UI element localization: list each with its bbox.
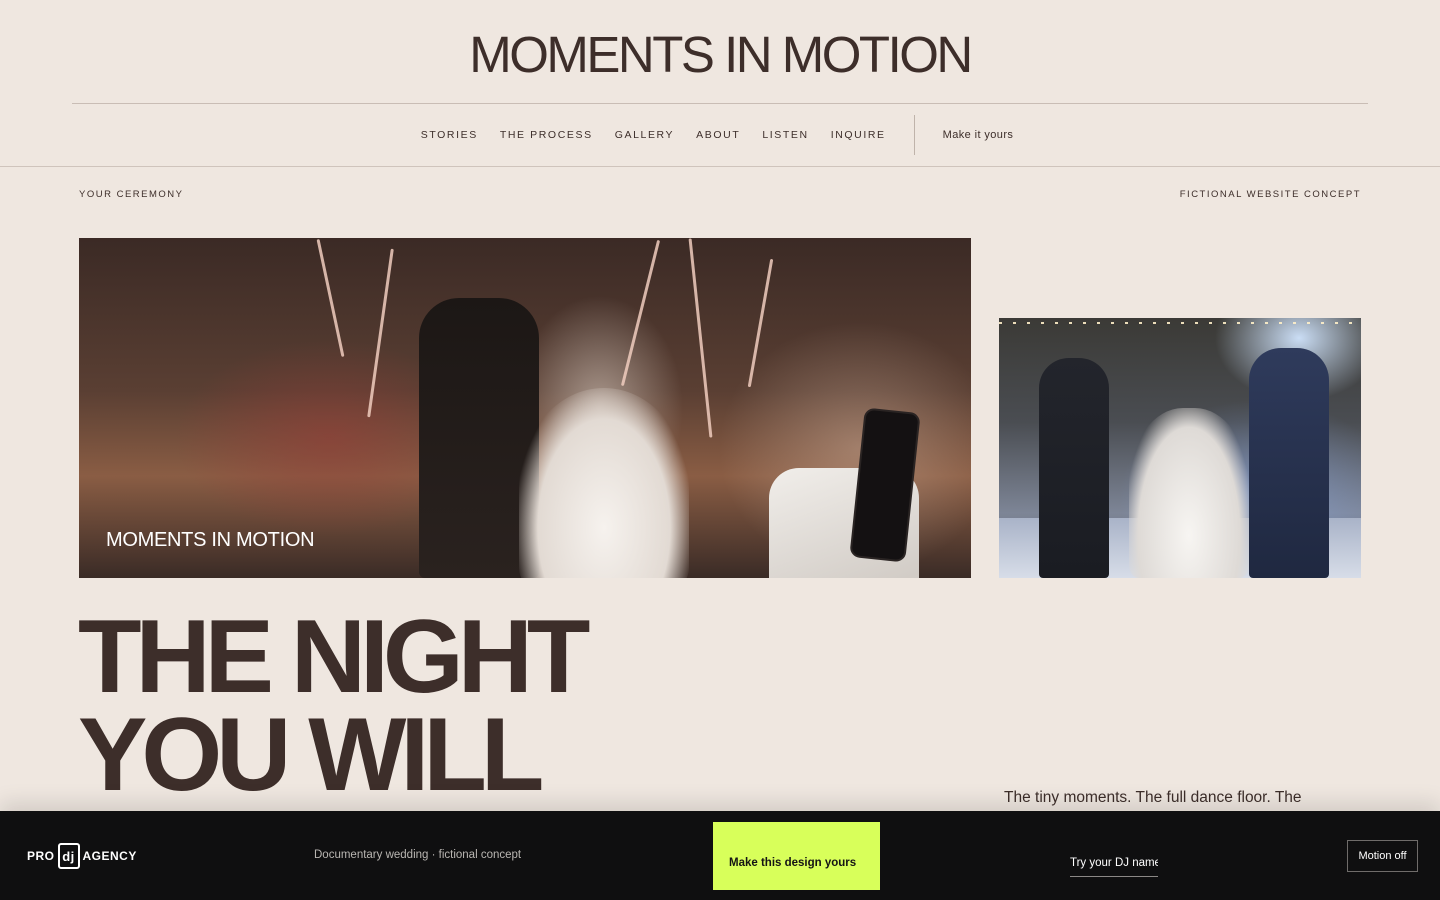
- nav-item-listen[interactable]: LISTEN: [762, 129, 808, 141]
- nav-separator: [913, 115, 915, 155]
- ribbon: [367, 248, 394, 418]
- main-nav: STORIES THE PROCESS GALLERY ABOUT LISTEN…: [0, 104, 1440, 166]
- nav-item-the-process[interactable]: THE PROCESS: [500, 129, 593, 141]
- hero-headline: THE NIGHT YOU WILL: [78, 605, 590, 807]
- dancer-figure: [1039, 358, 1109, 578]
- make-design-yours-button[interactable]: Make this design yours: [713, 822, 880, 890]
- brand-logo[interactable]: PRO dj AGENCY: [27, 841, 136, 871]
- nav-item-stories[interactable]: STORIES: [421, 129, 478, 141]
- brand-suffix: AGENCY: [82, 849, 137, 863]
- dj-name-input[interactable]: [1070, 845, 1158, 877]
- nav-item-inquire[interactable]: INQUIRE: [831, 129, 886, 141]
- bottom-bar: PRO dj AGENCY Documentary wedding · fict…: [0, 811, 1440, 900]
- nav-links: STORIES THE PROCESS GALLERY ABOUT LISTEN…: [421, 129, 886, 141]
- hero-photo-dance: [999, 318, 1361, 578]
- eyebrow-concept: FICTIONAL WEBSITE CONCEPT: [1179, 189, 1361, 200]
- site-title[interactable]: MOMENTS IN MOTION: [0, 26, 1440, 84]
- dj-logo-icon: dj: [57, 843, 80, 869]
- headline-line: YOU WILL: [78, 697, 544, 813]
- nav-item-about[interactable]: ABOUT: [696, 129, 740, 141]
- make-it-yours-link[interactable]: Make it yours: [943, 129, 1014, 141]
- dancer-figure: [1249, 348, 1329, 578]
- brand-prefix: PRO: [27, 849, 55, 863]
- brand-logo-text: PRO dj AGENCY: [27, 843, 137, 869]
- concept-note: Documentary wedding · fictional concept: [314, 849, 522, 861]
- hero-photo-kiss: MOMENTS IN MOTION: [79, 238, 971, 578]
- ribbon: [688, 238, 713, 438]
- nav-divider: [0, 166, 1440, 167]
- bride-figure: [1129, 408, 1249, 578]
- eyebrow-ceremony: YOUR CEREMONY: [79, 189, 184, 200]
- ribbon: [316, 238, 345, 358]
- nav-item-gallery[interactable]: GALLERY: [615, 129, 674, 141]
- ribbon: [747, 258, 774, 388]
- ribbon: [620, 239, 661, 387]
- hero-lede: The tiny moments. The full dance floor. …: [1004, 789, 1302, 806]
- string-lights: [999, 322, 1361, 324]
- site-header: MOMENTS IN MOTION STORIES THE PROCESS GA…: [0, 0, 1440, 167]
- photo-caption: MOMENTS IN MOTION: [106, 529, 315, 551]
- motion-toggle-button[interactable]: Motion off: [1347, 840, 1418, 872]
- bride-figure: [519, 388, 689, 578]
